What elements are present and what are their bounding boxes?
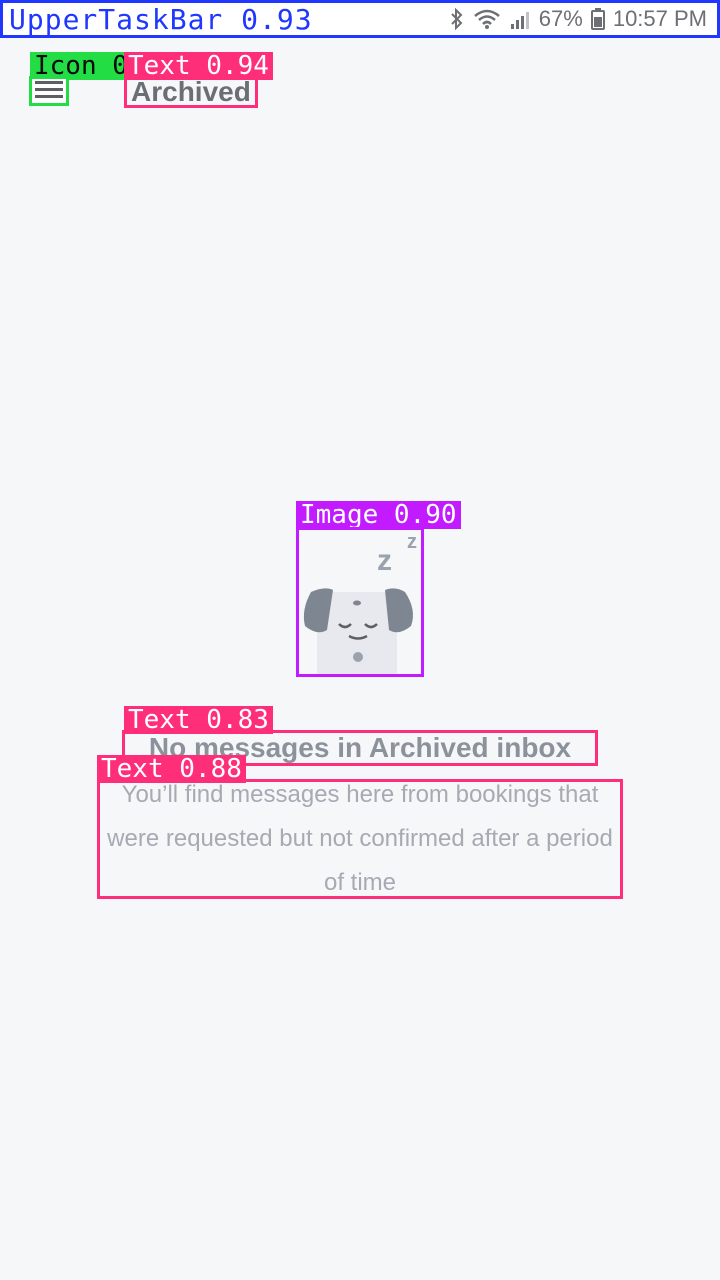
status-bar: UpperTaskBar 0.93 67% 10:57 PM (0, 0, 720, 38)
bluetooth-icon (449, 8, 465, 30)
wifi-icon (473, 8, 501, 30)
sleeping-dog-icon: z z (303, 531, 417, 674)
status-bar-label: UpperTaskBar 0.93 (9, 2, 313, 36)
empty-state-description-box: You’ll find messages here from bookings … (97, 779, 623, 899)
hamburger-icon (35, 80, 63, 103)
battery-icon (590, 8, 605, 30)
screen: UpperTaskBar 0.93 67% 10:57 PM Icon 0 Te… (0, 0, 720, 1280)
page-title: Archived (131, 76, 251, 107)
page-title-box: Archived (124, 76, 258, 108)
signal-icon (509, 8, 531, 30)
empty-state-description: You’ll find messages here from bookings … (107, 781, 613, 896)
sleeping-dog-illustration: z z (296, 527, 424, 677)
battery-percent: 67% (538, 6, 583, 31)
svg-text:z: z (407, 531, 417, 553)
svg-text:z: z (377, 544, 392, 577)
status-icons: 67% 10:57 PM (449, 6, 707, 32)
image-detection-tag: Image 0.90 (296, 501, 461, 529)
clock: 10:57 PM (612, 6, 707, 31)
menu-button[interactable] (29, 76, 69, 106)
